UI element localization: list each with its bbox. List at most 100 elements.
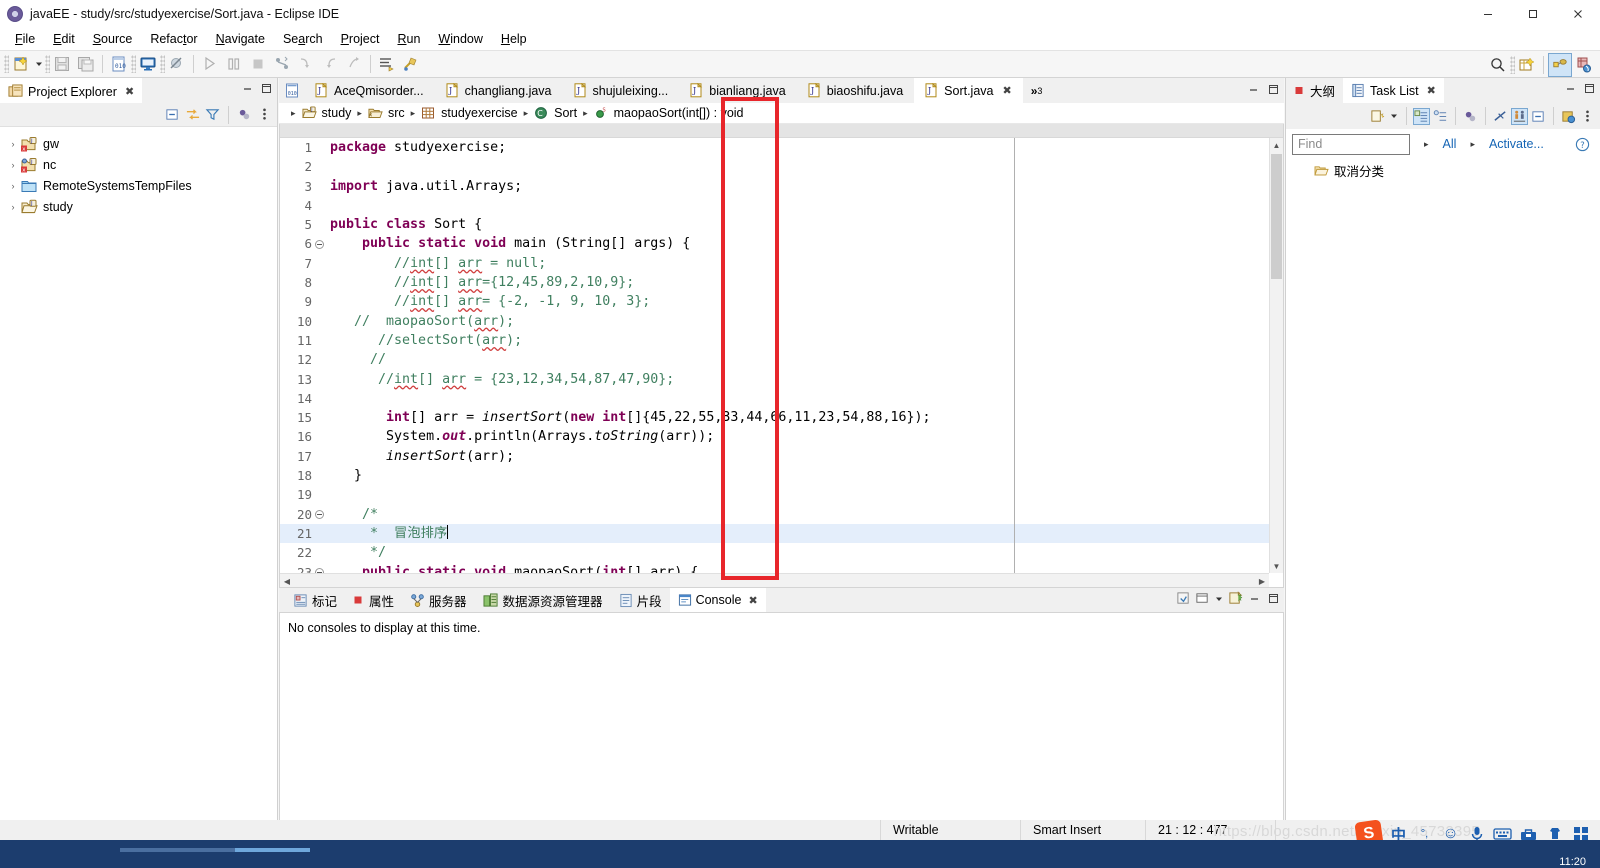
code-line[interactable]: 10 // maopaoSort(arr); xyxy=(280,312,1283,331)
scroll-left-arrow-icon[interactable]: ◀ xyxy=(280,574,294,588)
fold-collapse-icon[interactable] xyxy=(312,509,326,519)
close-icon[interactable]: ✖ xyxy=(748,594,757,607)
tab-outline[interactable]: 大纲 xyxy=(1286,78,1343,103)
chevron-right-icon[interactable]: › xyxy=(6,181,20,191)
help-icon[interactable]: ? xyxy=(1575,137,1590,152)
minimize-icon[interactable] xyxy=(1246,590,1263,607)
tab-servers[interactable]: 服务器 xyxy=(402,588,475,612)
find-input[interactable]: Find xyxy=(1292,133,1410,155)
code-line[interactable]: 15 int[] arr = insertSort(new int[]{45,2… xyxy=(280,408,1283,427)
code-editor[interactable]: 1 package studyexercise; 2 3 import java.uti… xyxy=(279,124,1284,588)
close-button[interactable] xyxy=(1555,0,1600,28)
code-line[interactable]: 5 public class Sort { xyxy=(280,215,1283,234)
editor-tab-bianliang[interactable]: J bianliang.java xyxy=(679,78,797,103)
taskbar-clock[interactable]: 11:20 xyxy=(1559,856,1586,868)
minimize-icon[interactable] xyxy=(1562,80,1579,97)
code-line[interactable]: 9 //int[] arr= {-2, -1, 9, 10, 3}; xyxy=(280,292,1283,311)
code-line[interactable]: 17 insertSort(arr); xyxy=(280,447,1283,466)
editor-tab-sort[interactable]: J Sort.java ✖ xyxy=(914,78,1023,103)
close-icon[interactable]: ✖ xyxy=(1427,84,1436,97)
tree-item-nc[interactable]: › Jx nc xyxy=(0,154,277,175)
focus-on-active-task-icon[interactable] xyxy=(236,106,253,123)
taskbar-item-2[interactable] xyxy=(235,848,310,852)
code-line[interactable]: 13 //int[] arr = {23,12,34,54,87,47,90}; xyxy=(280,370,1283,389)
code-line[interactable]: 14 xyxy=(280,389,1283,408)
tab-data-source-explorer[interactable]: 数据源资源管理器 xyxy=(475,588,611,612)
code-line[interactable]: 16 System.out.println(Arrays.toString(ar… xyxy=(280,427,1283,446)
editor-tab-aceqmisorder[interactable]: J AceQmisorder... xyxy=(304,78,435,103)
menu-navigate[interactable]: Navigate xyxy=(207,30,274,48)
code-line[interactable]: 6 public static void main (String[] args… xyxy=(280,234,1283,253)
editor-tab-shujuleixing[interactable]: J shujuleixing... xyxy=(562,78,680,103)
tree-item-study[interactable]: › J study xyxy=(0,196,277,217)
restore-tasks-icon[interactable] xyxy=(1560,108,1577,125)
code-line[interactable]: 19 xyxy=(280,485,1283,504)
editor-vertical-scrollbar[interactable]: ▲ ▼ xyxy=(1269,138,1283,573)
code-line[interactable]: 1 package studyexercise; xyxy=(280,138,1283,157)
chevron-right-icon[interactable]: › xyxy=(6,160,20,170)
code-line[interactable]: 20 /* xyxy=(280,505,1283,524)
code-line[interactable]: 23 public static void maopaoSort(int[] a… xyxy=(280,563,1283,573)
toolbar-grip[interactable] xyxy=(4,55,9,73)
tab-markers[interactable]: 标记 xyxy=(285,588,345,612)
new-java-class-icon[interactable]: 010 xyxy=(107,52,131,76)
menu-source[interactable]: Source xyxy=(84,30,142,48)
menu-window[interactable]: Window xyxy=(429,30,491,48)
menu-refactor[interactable]: Refactor xyxy=(141,30,206,48)
display-selected-console-icon[interactable] xyxy=(1227,590,1244,607)
code-scroll-viewport[interactable]: 1 package studyexercise; 2 3 import java.uti… xyxy=(280,138,1283,573)
open-console-caret[interactable] xyxy=(1213,590,1225,607)
breadcrumb-item-method[interactable]: S maopaoSort(int[]) : void xyxy=(594,106,744,120)
tree-item-remotesystemstempfiles[interactable]: › RemoteSystemsTempFiles xyxy=(0,175,277,196)
maximize-icon[interactable] xyxy=(1265,590,1282,607)
toolbar-grip-5[interactable] xyxy=(1510,56,1515,74)
minimize-button[interactable] xyxy=(1465,0,1510,28)
code-line[interactable]: 7 //int[] arr = null; xyxy=(280,254,1283,273)
new-dropdown-caret[interactable] xyxy=(33,52,45,76)
editor-tab-biaoshifu[interactable]: J biaoshifu.java xyxy=(796,78,915,103)
minimize-icon[interactable] xyxy=(239,80,256,97)
breadcrumb-item-studyexercise[interactable]: studyexercise xyxy=(421,106,518,120)
code-line[interactable]: 12 // xyxy=(280,350,1283,369)
menu-search[interactable]: Search xyxy=(274,30,332,48)
new-wizard-icon[interactable] xyxy=(9,52,33,76)
view-menu-icon[interactable] xyxy=(256,106,273,123)
menu-edit[interactable]: Edit xyxy=(44,30,84,48)
open-perspective-icon[interactable] xyxy=(1572,53,1596,77)
editor-tab-overflow-button[interactable]: » 3 xyxy=(1024,78,1049,103)
code-line[interactable]: 21 * 冒泡排序 xyxy=(280,523,1283,544)
link-with-editor-icon[interactable] xyxy=(184,106,201,123)
chevron-right-icon[interactable]: › xyxy=(6,202,20,212)
view-menu-icon[interactable] xyxy=(1579,108,1596,125)
view-filter-icon[interactable] xyxy=(204,106,221,123)
collapse-all-icon[interactable] xyxy=(1530,108,1547,125)
fold-collapse-icon[interactable] xyxy=(312,239,326,249)
maximize-icon[interactable] xyxy=(258,80,275,97)
toolbar-grip-3[interactable] xyxy=(131,55,136,73)
code-line[interactable]: 8 //int[] arr={12,45,89,2,10,9}; xyxy=(280,273,1283,292)
collapse-all-icon[interactable] xyxy=(164,106,181,123)
categorized-presentation-icon[interactable] xyxy=(1413,107,1430,125)
close-icon[interactable]: ✖ xyxy=(1003,84,1012,97)
chevron-right-icon[interactable]: › xyxy=(6,139,20,149)
code-lines[interactable]: 1 package studyexercise; 2 3 import java.uti… xyxy=(280,138,1283,573)
code-line[interactable]: 18 } xyxy=(280,466,1283,485)
minimize-icon[interactable] xyxy=(1245,81,1262,98)
menu-run[interactable]: Run xyxy=(388,30,429,48)
code-line[interactable]: 22 */ xyxy=(280,543,1283,562)
toolbar-grip-4[interactable] xyxy=(160,55,165,73)
breadcrumb-item-sort[interactable]: C Sort xyxy=(534,106,577,120)
tab-project-explorer[interactable]: Project Explorer ✖ xyxy=(0,78,143,103)
filter-activate-link[interactable]: Activate... xyxy=(1489,137,1544,151)
new-java-project-icon[interactable] xyxy=(1515,53,1539,77)
new-console-view-icon[interactable] xyxy=(1194,590,1211,607)
scroll-up-arrow-icon[interactable]: ▲ xyxy=(1270,138,1283,152)
pin-console-icon[interactable] xyxy=(1175,590,1192,607)
menu-project[interactable]: Project xyxy=(332,30,389,48)
external-tools-icon[interactable] xyxy=(399,52,423,76)
console-output[interactable]: No consoles to display at this time. xyxy=(279,612,1284,820)
menu-help[interactable]: Help xyxy=(492,30,536,48)
code-line[interactable]: 3 import java.util.Arrays; xyxy=(280,177,1283,196)
show-all-tasks-icon[interactable] xyxy=(1511,107,1528,125)
maximize-icon[interactable] xyxy=(1265,81,1282,98)
